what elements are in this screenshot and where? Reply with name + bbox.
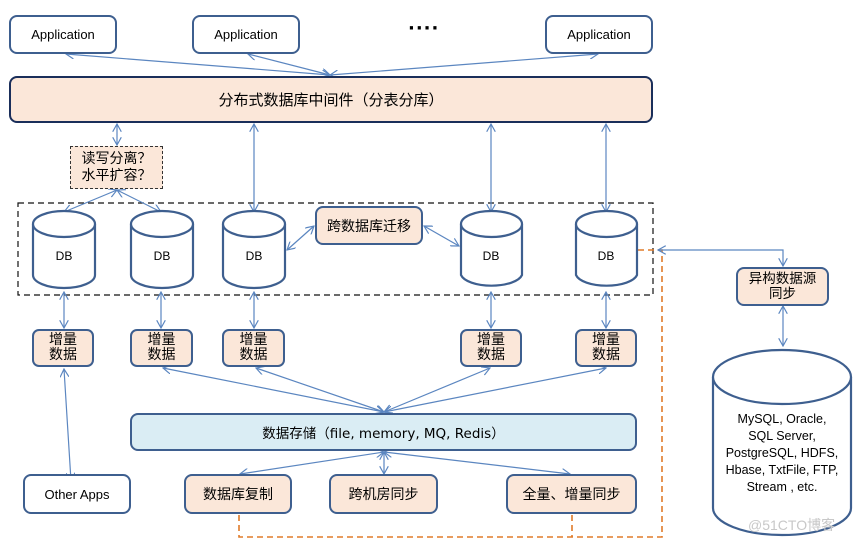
incremental-data-box[interactable]: 增量 数据: [460, 329, 522, 367]
db-label: DB: [55, 249, 73, 263]
incremental-data-box[interactable]: 增量 数据: [32, 329, 94, 367]
db-label: DB: [245, 249, 263, 263]
application-box[interactable]: Application: [545, 15, 653, 54]
heterogeneous-source-sync-box[interactable]: 异构数据源 同步: [736, 267, 829, 306]
application-box[interactable]: Application: [192, 15, 300, 54]
data-storage-box[interactable]: 数据存储（file, memory, MQ, Redis）: [130, 413, 637, 451]
more-applications-ellipsis: ····: [408, 18, 440, 39]
cross-datacenter-sync-box[interactable]: 跨机房同步: [329, 474, 438, 514]
incremental-data-box[interactable]: 增量 数据: [575, 329, 637, 367]
full-incremental-sync-box[interactable]: 全量、增量同步: [506, 474, 637, 514]
application-box[interactable]: Application: [9, 15, 117, 54]
incremental-data-box[interactable]: 增量 数据: [130, 329, 193, 367]
db-label: DB: [597, 249, 615, 263]
db-label: DB: [153, 249, 171, 263]
other-apps-box[interactable]: Other Apps: [23, 474, 131, 514]
heterogeneous-sources-list: MySQL, Oracle, SQL Server, PostgreSQL, H…: [725, 412, 839, 494]
distributed-db-middleware[interactable]: 分布式数据库中间件（分表分库）: [9, 76, 653, 123]
incremental-data-box[interactable]: 增量 数据: [222, 329, 285, 367]
db-replication-box[interactable]: 数据库复制: [184, 474, 292, 514]
watermark: @51CTO博客: [748, 517, 836, 533]
cross-db-migration-box[interactable]: 跨数据库迁移: [315, 206, 423, 245]
db-label: DB: [482, 249, 500, 263]
read-write-split-question-box: 读写分离？ 水平扩容？: [70, 146, 163, 189]
